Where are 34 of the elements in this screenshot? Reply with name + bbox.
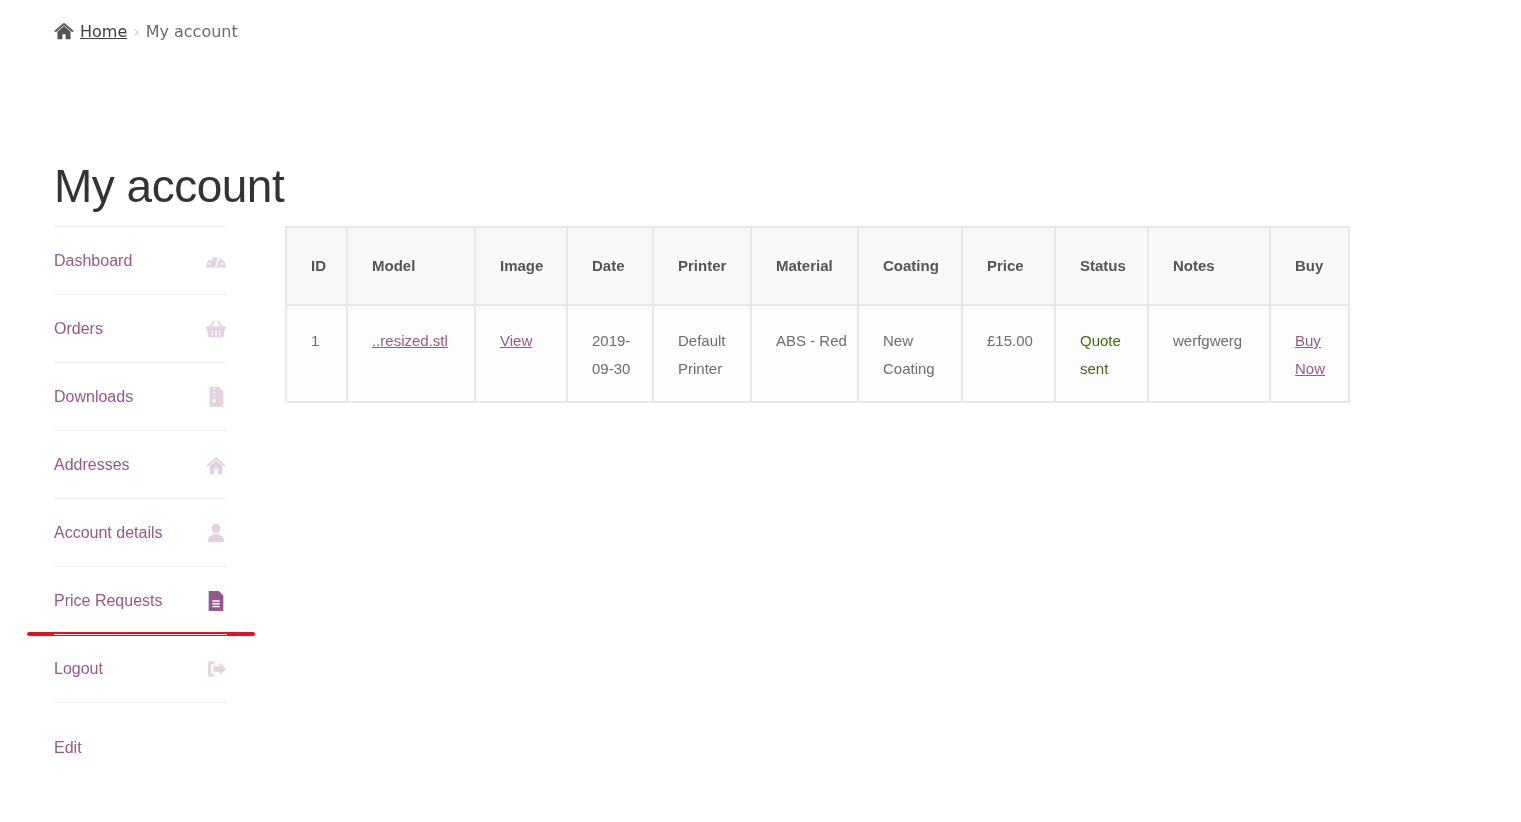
separator-icon: ›: [133, 21, 140, 41]
table-cell: £15.00: [987, 332, 1033, 349]
sidebar-item[interactable]: Orders: [54, 319, 103, 338]
table-cell: 2019-09-30: [592, 332, 631, 377]
column-header: Buy: [1270, 227, 1349, 305]
table-link[interactable]: View: [500, 327, 533, 355]
sidebar-item[interactable]: Price Requests: [54, 591, 163, 610]
column-header: Status: [1055, 227, 1148, 305]
table-cell: New Coating: [883, 332, 935, 377]
column-header: Material: [751, 227, 858, 305]
column-header: Printer: [653, 227, 751, 305]
table-cell: werfgwerg: [1173, 332, 1243, 349]
column-header: Coating: [858, 227, 962, 305]
sidebar-item[interactable]: Addresses: [54, 455, 130, 474]
table-cell: 1: [311, 332, 320, 349]
column-header: Notes: [1148, 227, 1270, 305]
column-header: ID: [286, 227, 347, 305]
current-page: My account: [145, 21, 238, 41]
table-link[interactable]: ..resized.stl: [372, 327, 448, 355]
status-text: Quote sent: [1080, 332, 1121, 377]
table-cell: ABS - Red: [776, 332, 847, 349]
sidebar-item[interactable]: Logout: [54, 659, 103, 678]
column-header: Price: [962, 227, 1055, 305]
column-header: Model: [347, 227, 475, 305]
sidebar-item[interactable]: Account details: [54, 523, 163, 542]
table-cell: Default Printer: [678, 332, 726, 377]
column-header: Image: [475, 227, 567, 305]
home-link[interactable]: Home: [80, 21, 128, 41]
sidebar-item[interactable]: Edit: [54, 739, 82, 757]
page-title: My account: [54, 159, 286, 214]
sidebar-item[interactable]: Dashboard: [54, 251, 133, 270]
home-icon: [54, 22, 74, 40]
column-header: Date: [567, 227, 653, 305]
sidebar-item[interactable]: Downloads: [54, 387, 134, 406]
